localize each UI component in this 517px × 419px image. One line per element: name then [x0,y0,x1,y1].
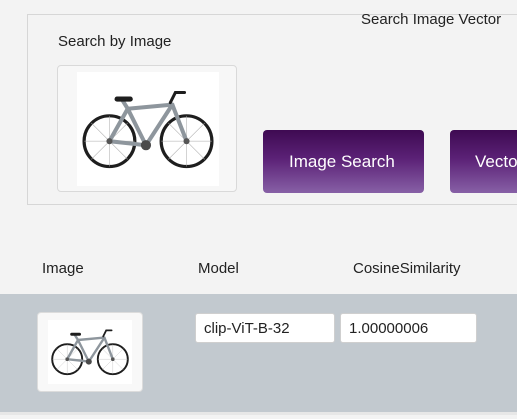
query-image [77,72,219,186]
column-header-cosine-similarity: CosineSimilarity [353,260,461,277]
result-image [48,320,132,384]
search-by-image-label: Search by Image [58,33,172,50]
panel-title: Search Image Vector [361,11,502,28]
column-header-image: Image [42,260,84,277]
query-image-dropzone[interactable] [57,65,237,192]
image-vector-search-page: Search Image Vector Search by Image Imag… [0,0,517,419]
vector-search-button[interactable]: Vector Search [450,130,517,193]
result-image-cell [37,312,143,392]
table-row-divider [0,412,517,415]
bicycle-thumbnail-icon [51,329,130,376]
bicycle-image-icon [77,72,219,186]
result-model-field[interactable] [195,313,335,343]
image-search-button[interactable]: Image Search [263,130,424,193]
column-header-model: Model [198,260,239,277]
result-cosine-similarity-field[interactable] [340,313,477,343]
